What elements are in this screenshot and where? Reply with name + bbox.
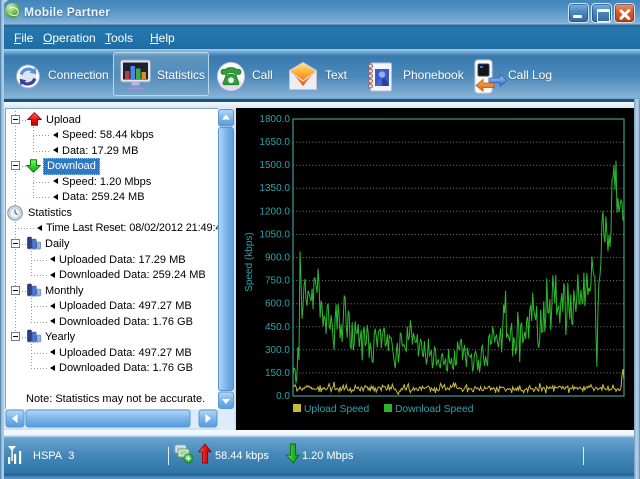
svg-text:450.0: 450.0 [265, 322, 290, 333]
svg-text:1350.0: 1350.0 [259, 183, 290, 194]
svg-text:600.0: 600.0 [265, 299, 290, 310]
svg-text:1650.0: 1650.0 [259, 137, 290, 148]
svg-text:1800.0: 1800.0 [259, 114, 290, 125]
svg-text:1500.0: 1500.0 [259, 160, 290, 171]
svg-text:0.0: 0.0 [276, 391, 290, 402]
svg-text:300.0: 300.0 [265, 345, 290, 356]
svg-text:750.0: 750.0 [265, 276, 290, 287]
svg-text:Speed (kbps): Speed (kbps) [244, 232, 255, 291]
svg-text:150.0: 150.0 [265, 368, 290, 379]
svg-text:1200.0: 1200.0 [259, 206, 290, 217]
svg-text:1050.0: 1050.0 [259, 229, 290, 240]
svg-text:Download Speed: Download Speed [395, 404, 474, 415]
svg-text:Upload Speed: Upload Speed [304, 404, 370, 415]
svg-text:900.0: 900.0 [265, 253, 290, 264]
